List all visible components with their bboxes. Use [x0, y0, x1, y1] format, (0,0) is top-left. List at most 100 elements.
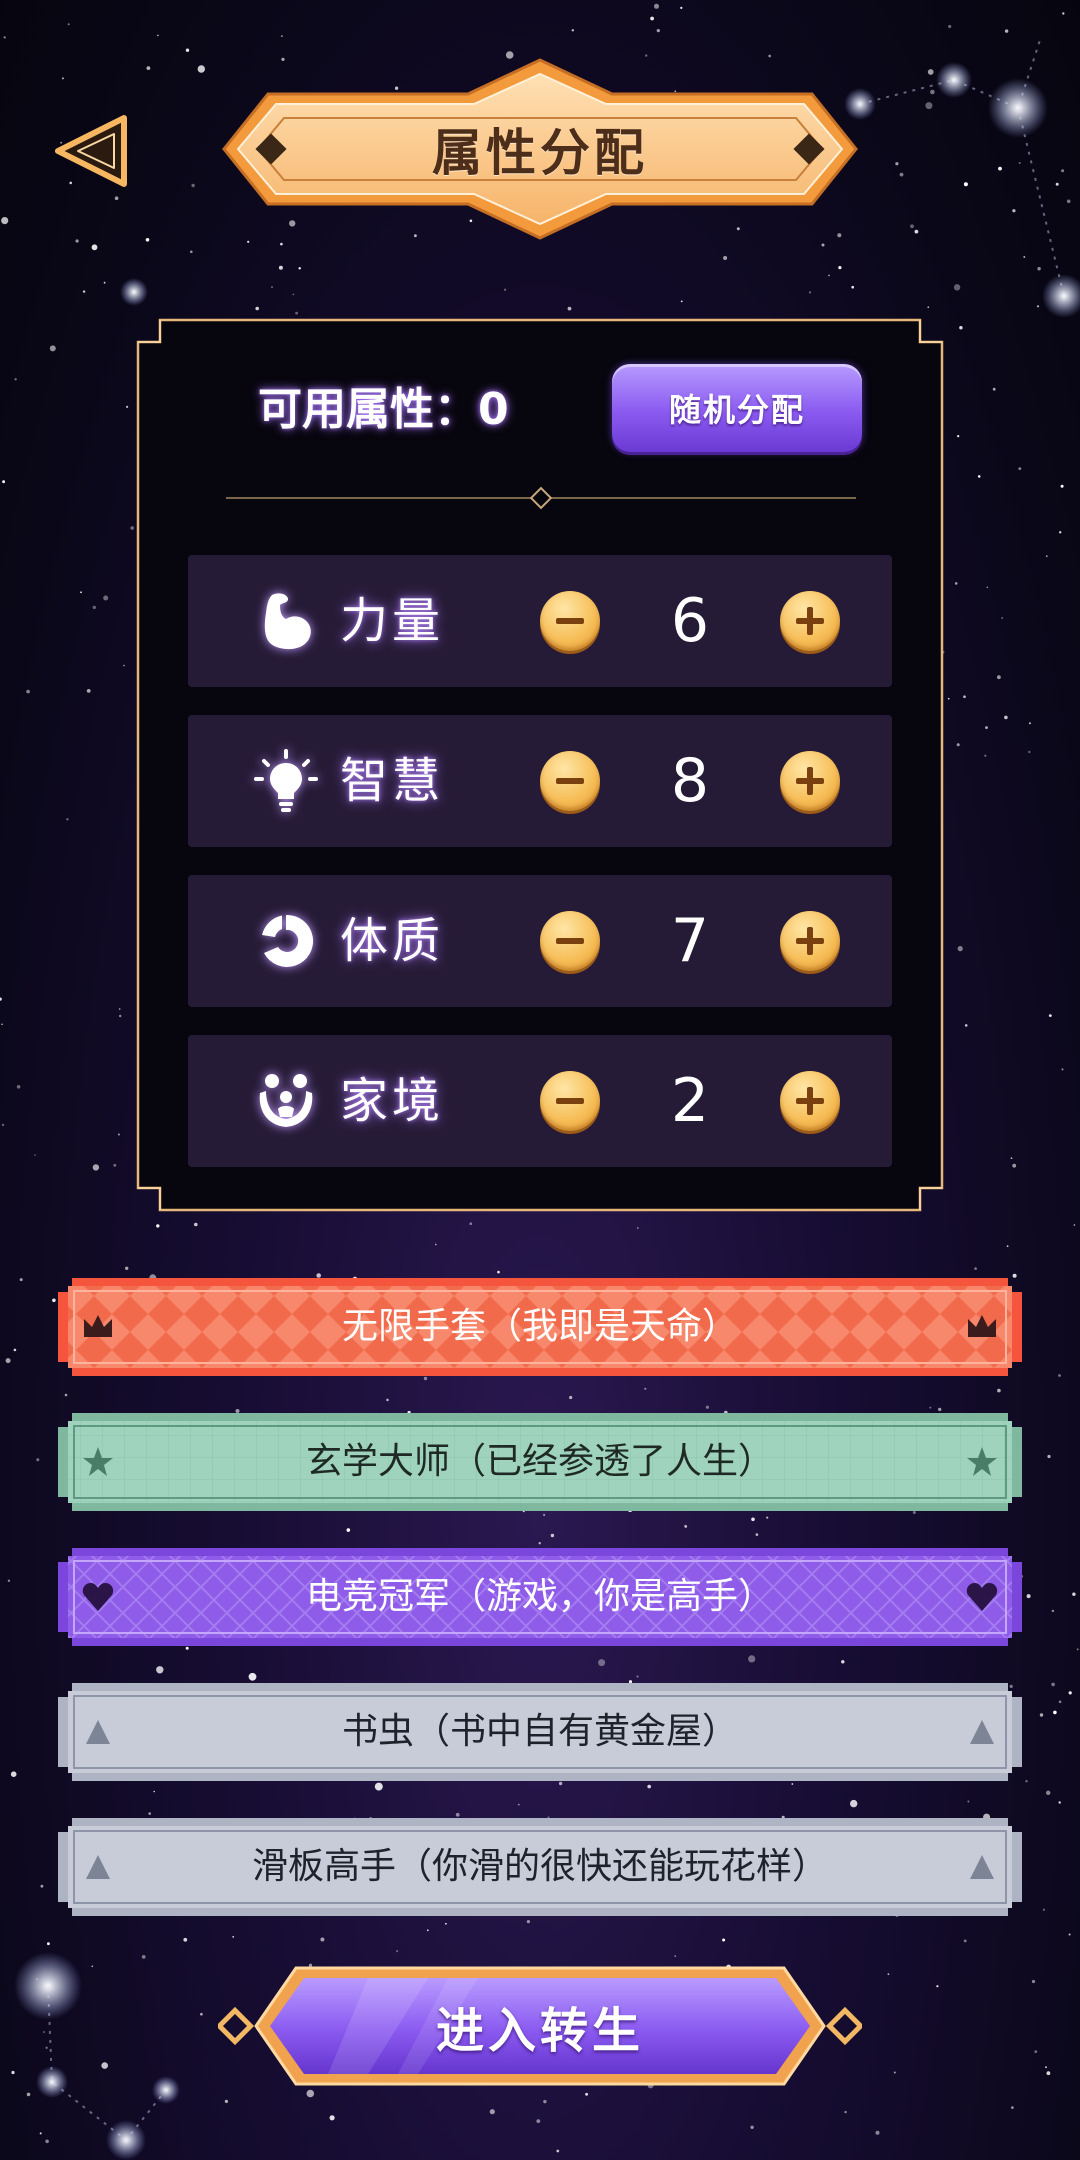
decrease-button[interactable]	[540, 591, 600, 651]
star-dot	[1012, 209, 1016, 213]
decrease-button[interactable]	[540, 751, 600, 811]
star-dot	[320, 1937, 325, 1942]
increase-button[interactable]	[780, 1071, 840, 1131]
star-dot	[538, 1542, 541, 1545]
star-dot	[680, 300, 683, 303]
talent-card-metaphysics-master[interactable]: 玄学大师（已经参透了人生）	[58, 1413, 1022, 1511]
star-dot	[40, 1884, 44, 1888]
star-dot	[963, 182, 968, 187]
star-dot	[156, 1224, 160, 1228]
star-dot	[650, 16, 654, 21]
talent-label: 玄学大师（已经参透了人生）	[305, 1441, 774, 1482]
star-dot	[1023, 256, 1026, 258]
star-dot	[1042, 1908, 1045, 1911]
star-dot	[2, 480, 5, 484]
stat-row-constitution: 体质 7	[188, 875, 892, 1007]
increase-button[interactable]	[780, 751, 840, 811]
available-label: 可用属性：	[258, 384, 478, 435]
plus-icon	[796, 927, 824, 955]
star-dot	[654, 3, 659, 9]
star-dot	[52, 1298, 56, 1303]
star-dot	[948, 24, 952, 29]
star-dot	[569, 1395, 573, 1400]
talent-card-esports-champion[interactable]: 电竞冠军（游戏，你是高手）	[58, 1548, 1022, 1646]
decrease-button[interactable]	[540, 911, 600, 971]
star-dot	[1001, 617, 1004, 619]
star-dot	[1046, 2071, 1051, 2076]
star-dot	[997, 1388, 1001, 1393]
talent-card-bookworm[interactable]: 书虫（书中自有黄金屋）	[58, 1683, 1022, 1781]
back-triangle-icon[interactable]	[52, 112, 132, 190]
talent-card-infinity-gauntlet[interactable]: 无限手套（我即是天命）	[58, 1278, 1022, 1376]
star-dot	[148, 1812, 151, 1815]
muscle-arm-icon	[264, 593, 311, 650]
star-dot	[1037, 267, 1041, 271]
star-dot	[455, 1812, 460, 1817]
star-dot	[123, 664, 125, 667]
star-dot	[656, 29, 660, 33]
plus-icon	[796, 607, 824, 635]
star-dot	[191, 183, 195, 188]
star-dot	[1028, 750, 1031, 754]
star-dot	[118, 1008, 121, 1010]
star-dot	[821, 243, 825, 247]
star-dot	[1004, 29, 1009, 33]
star-dot	[1010, 1157, 1013, 1160]
star-dot	[899, 172, 904, 177]
star-dot	[1051, 1682, 1055, 1687]
star-dot	[851, 285, 854, 289]
stat-label: 体质	[340, 913, 445, 969]
star-dot	[92, 605, 97, 610]
star-dot	[45, 2139, 49, 2144]
star-dot	[957, 435, 960, 438]
star-dot	[1073, 1224, 1076, 1226]
star-dot	[1053, 1710, 1057, 1715]
star-dot	[3, 36, 6, 39]
star-dot	[497, 1270, 500, 1274]
star-dot	[957, 946, 963, 952]
star-dot	[1, 1123, 5, 1127]
star-dot	[1, 1023, 3, 1026]
stat-value: 6	[670, 586, 710, 656]
talent-label: 滑板高手（你滑的很快还能玩花样）	[251, 1846, 828, 1887]
star-dot	[271, 286, 273, 288]
random-allocate-button[interactable]: 随机分配	[612, 364, 862, 452]
star-dot	[156, 1666, 164, 1674]
enter-rebirth-button[interactable]	[218, 1962, 862, 2090]
star-dot	[791, 1783, 794, 1785]
increase-button[interactable]	[780, 591, 840, 651]
talent-card-skateboard-master[interactable]: 滑板高手（你滑的很快还能玩花样）	[58, 1818, 1022, 1916]
star-dot	[306, 2089, 315, 2098]
star-dot	[504, 288, 507, 291]
crown-icon	[968, 1315, 996, 1337]
star-dot	[963, 695, 966, 698]
stat-label: 力量	[340, 593, 445, 649]
increase-button[interactable]	[780, 911, 840, 971]
star-dot	[887, 1973, 890, 1976]
star-dot	[232, 1936, 235, 1938]
star-dot	[1061, 169, 1065, 173]
star-dot	[91, 244, 98, 251]
star-dot	[684, 1524, 688, 1528]
star-dot	[838, 266, 842, 270]
decrease-button[interactable]	[540, 1071, 600, 1131]
star-dot	[674, 1955, 677, 1957]
star-dot	[986, 586, 989, 589]
star-dot	[426, 1929, 429, 1932]
star-dot	[895, 162, 899, 166]
star-dot	[645, 54, 648, 57]
star-dot	[45, 2046, 48, 2049]
star-dot	[47, 1942, 50, 1946]
star-dot	[1012, 1163, 1017, 1168]
star-dot	[80, 591, 82, 594]
star-dot	[1026, 1594, 1031, 1599]
star-dot	[13, 1348, 17, 1352]
star-dot	[722, 1938, 726, 1942]
star-dot	[434, 1243, 437, 1246]
star-dot	[841, 1660, 845, 1664]
star-dot	[114, 196, 119, 200]
star-dot	[927, 69, 934, 75]
star-dot	[82, 290, 86, 293]
star-dot	[644, 1387, 647, 1390]
star-dot	[929, 1406, 932, 1409]
